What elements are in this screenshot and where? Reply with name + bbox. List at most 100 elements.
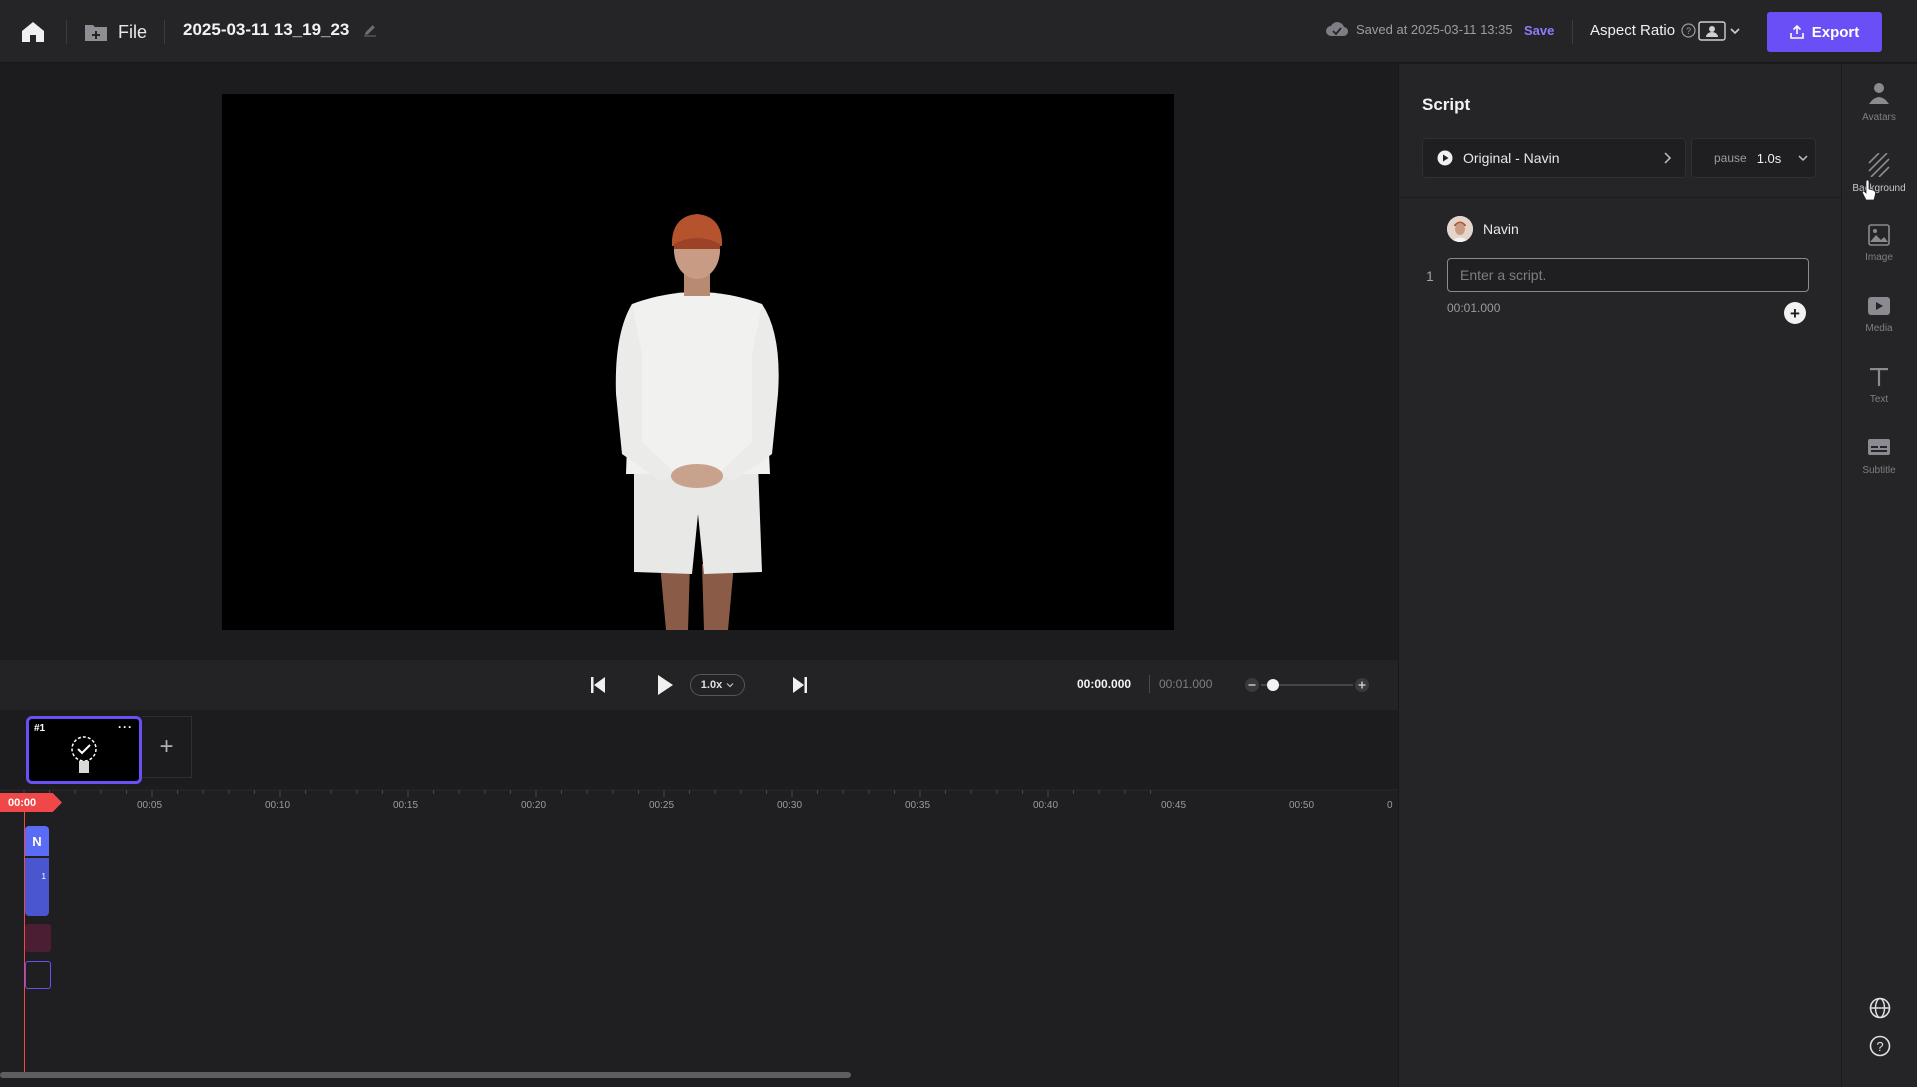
playback-speed-dropdown[interactable]: 1.0x <box>690 674 745 696</box>
ruler-label: 00:05 <box>137 800 163 811</box>
ruler-label: 00:30 <box>777 800 803 811</box>
chevron-right-icon <box>1664 152 1672 164</box>
text-icon <box>1870 368 1888 386</box>
save-button[interactable]: Save <box>1524 23 1554 38</box>
saved-text: Saved at 2025-03-11 13:35 <box>1356 21 1513 37</box>
export-button[interactable]: Export <box>1767 12 1882 52</box>
chevron-down-icon <box>1798 155 1808 162</box>
script-title: Script <box>1422 95 1471 114</box>
top-bar-divider <box>66 20 67 44</box>
script-track-clip[interactable]: 1 <box>25 858 49 916</box>
ruler-label: 00:15 <box>393 800 419 811</box>
pause-selector[interactable]: pause 1.0s <box>1691 138 1816 178</box>
background-track-clip[interactable] <box>25 924 51 952</box>
ruler-label: 00:20 <box>521 800 547 811</box>
pause-label: pause <box>1714 151 1747 165</box>
save-status: Saved at 2025-03-11 13:35 <box>1326 21 1513 37</box>
panel-divider <box>1398 197 1841 198</box>
rail-item-avatars[interactable]: Avatars <box>1841 82 1917 123</box>
upload-icon <box>1789 25 1804 39</box>
portrait-frame-icon <box>1698 21 1726 41</box>
timeline-ruler <box>0 790 1398 797</box>
play-icon[interactable] <box>656 674 674 696</box>
scene-number: #1 <box>34 723 46 734</box>
tool-rail <box>1841 64 1917 1087</box>
home-icon[interactable] <box>20 20 46 44</box>
zoom-slider-thumb <box>1267 679 1279 691</box>
empty-track-slot[interactable] <box>25 961 51 989</box>
avatar <box>1447 216 1473 242</box>
help-circle-icon[interactable]: ? <box>1681 23 1696 38</box>
rail-item-label: Media <box>1865 323 1893 334</box>
avatar-figure[interactable] <box>222 94 1174 630</box>
file-menu-label: File <box>118 21 148 42</box>
hatch-icon <box>1868 153 1890 177</box>
export-label: Export <box>1811 23 1860 41</box>
avatar-track-clip[interactable]: N <box>25 826 49 856</box>
rail-item-label: Subtitle <box>1862 465 1896 476</box>
rail-item-label: Avatars <box>1862 112 1896 123</box>
timeline[interactable] <box>0 788 1398 1087</box>
folder-add-icon <box>85 25 107 41</box>
current-time: 00:00.000 <box>1077 677 1132 691</box>
rail-item-subtitle[interactable]: Subtitle <box>1841 437 1917 476</box>
speaker-row[interactable]: Navin <box>1447 216 1519 242</box>
aspect-ratio-text: Aspect Ratio <box>1590 22 1676 39</box>
ruler-label: 0 <box>1387 800 1393 811</box>
rail-item-image[interactable]: Image <box>1841 224 1917 263</box>
speaker-avatar-icon <box>1447 216 1473 242</box>
pause-value: 1.0s <box>1756 150 1782 166</box>
project-title[interactable]: 2025-03-11 13_19_23 <box>183 20 377 40</box>
ruler-label: 00:40 <box>1033 800 1059 811</box>
speaker-name: Navin <box>1483 221 1519 237</box>
image-icon <box>1868 224 1890 246</box>
video-editor: File 2025-03-11 13_19_23 Saved at 2025-0… <box>0 0 1917 1087</box>
aspect-ratio-label: Aspect Ratio ? <box>1590 22 1696 39</box>
skip-back-icon[interactable] <box>590 676 606 694</box>
subtitle-icon <box>1868 439 1890 455</box>
video-canvas[interactable] <box>222 94 1174 630</box>
hand-cursor-icon <box>1862 180 1876 201</box>
scene-strip <box>0 710 1398 788</box>
ruler-label: 00:25 <box>649 800 675 811</box>
ruler-label: 00:45 <box>1161 800 1187 811</box>
cloud-check-icon <box>1326 22 1348 37</box>
timeline-scrollbar[interactable] <box>0 1072 851 1078</box>
svg-text:?: ? <box>1686 26 1691 36</box>
person-icon <box>1869 83 1889 104</box>
total-time: 00:01.000 <box>1159 677 1213 691</box>
skip-forward-icon[interactable] <box>792 676 808 694</box>
ruler-label: 00:10 <box>265 800 291 811</box>
scene-thumbnail-icon <box>71 736 97 773</box>
project-title-text: 2025-03-11 13_19_23 <box>183 20 350 39</box>
time-divider <box>1149 675 1150 693</box>
help-icon[interactable]: ? <box>1868 1034 1892 1058</box>
chevron-down-icon <box>726 683 734 688</box>
rail-item-label: Image <box>1865 252 1893 263</box>
add-script-line-button[interactable]: + <box>1784 302 1806 324</box>
svg-text:?: ? <box>1876 1039 1883 1054</box>
rail-item-label: Text <box>1869 394 1889 405</box>
scene-card[interactable]: #1 ··· <box>26 716 142 784</box>
script-line-duration: 00:01.000 <box>1447 301 1501 315</box>
pencil-icon[interactable] <box>363 23 377 37</box>
script-input[interactable] <box>1447 258 1809 292</box>
timeline-zoom-slider[interactable] <box>1243 676 1371 694</box>
voice-name: Original - Navin <box>1463 150 1560 166</box>
playhead-time[interactable]: 00:00 <box>0 793 62 812</box>
chevron-down-icon <box>1730 28 1740 35</box>
globe-icon[interactable] <box>1868 996 1892 1020</box>
ruler-label: 00:35 <box>905 800 931 811</box>
file-menu[interactable]: File <box>84 19 147 45</box>
rail-item-background[interactable]: Background <box>1841 153 1917 194</box>
ruler-label: 00:50 <box>1289 800 1315 811</box>
rail-item-text[interactable]: Text <box>1841 366 1917 405</box>
script-line-number: 1 <box>1426 268 1434 284</box>
add-scene-button[interactable]: + <box>142 716 192 778</box>
aspect-ratio-dropdown[interactable] <box>1698 21 1740 41</box>
rail-item-media[interactable]: Media <box>1841 295 1917 334</box>
playback-speed-value: 1.0x <box>700 679 723 691</box>
play-circle-icon <box>1437 150 1453 166</box>
scene-more-icon[interactable]: ··· <box>118 720 133 734</box>
voice-selector[interactable]: Original - Navin <box>1422 138 1686 178</box>
